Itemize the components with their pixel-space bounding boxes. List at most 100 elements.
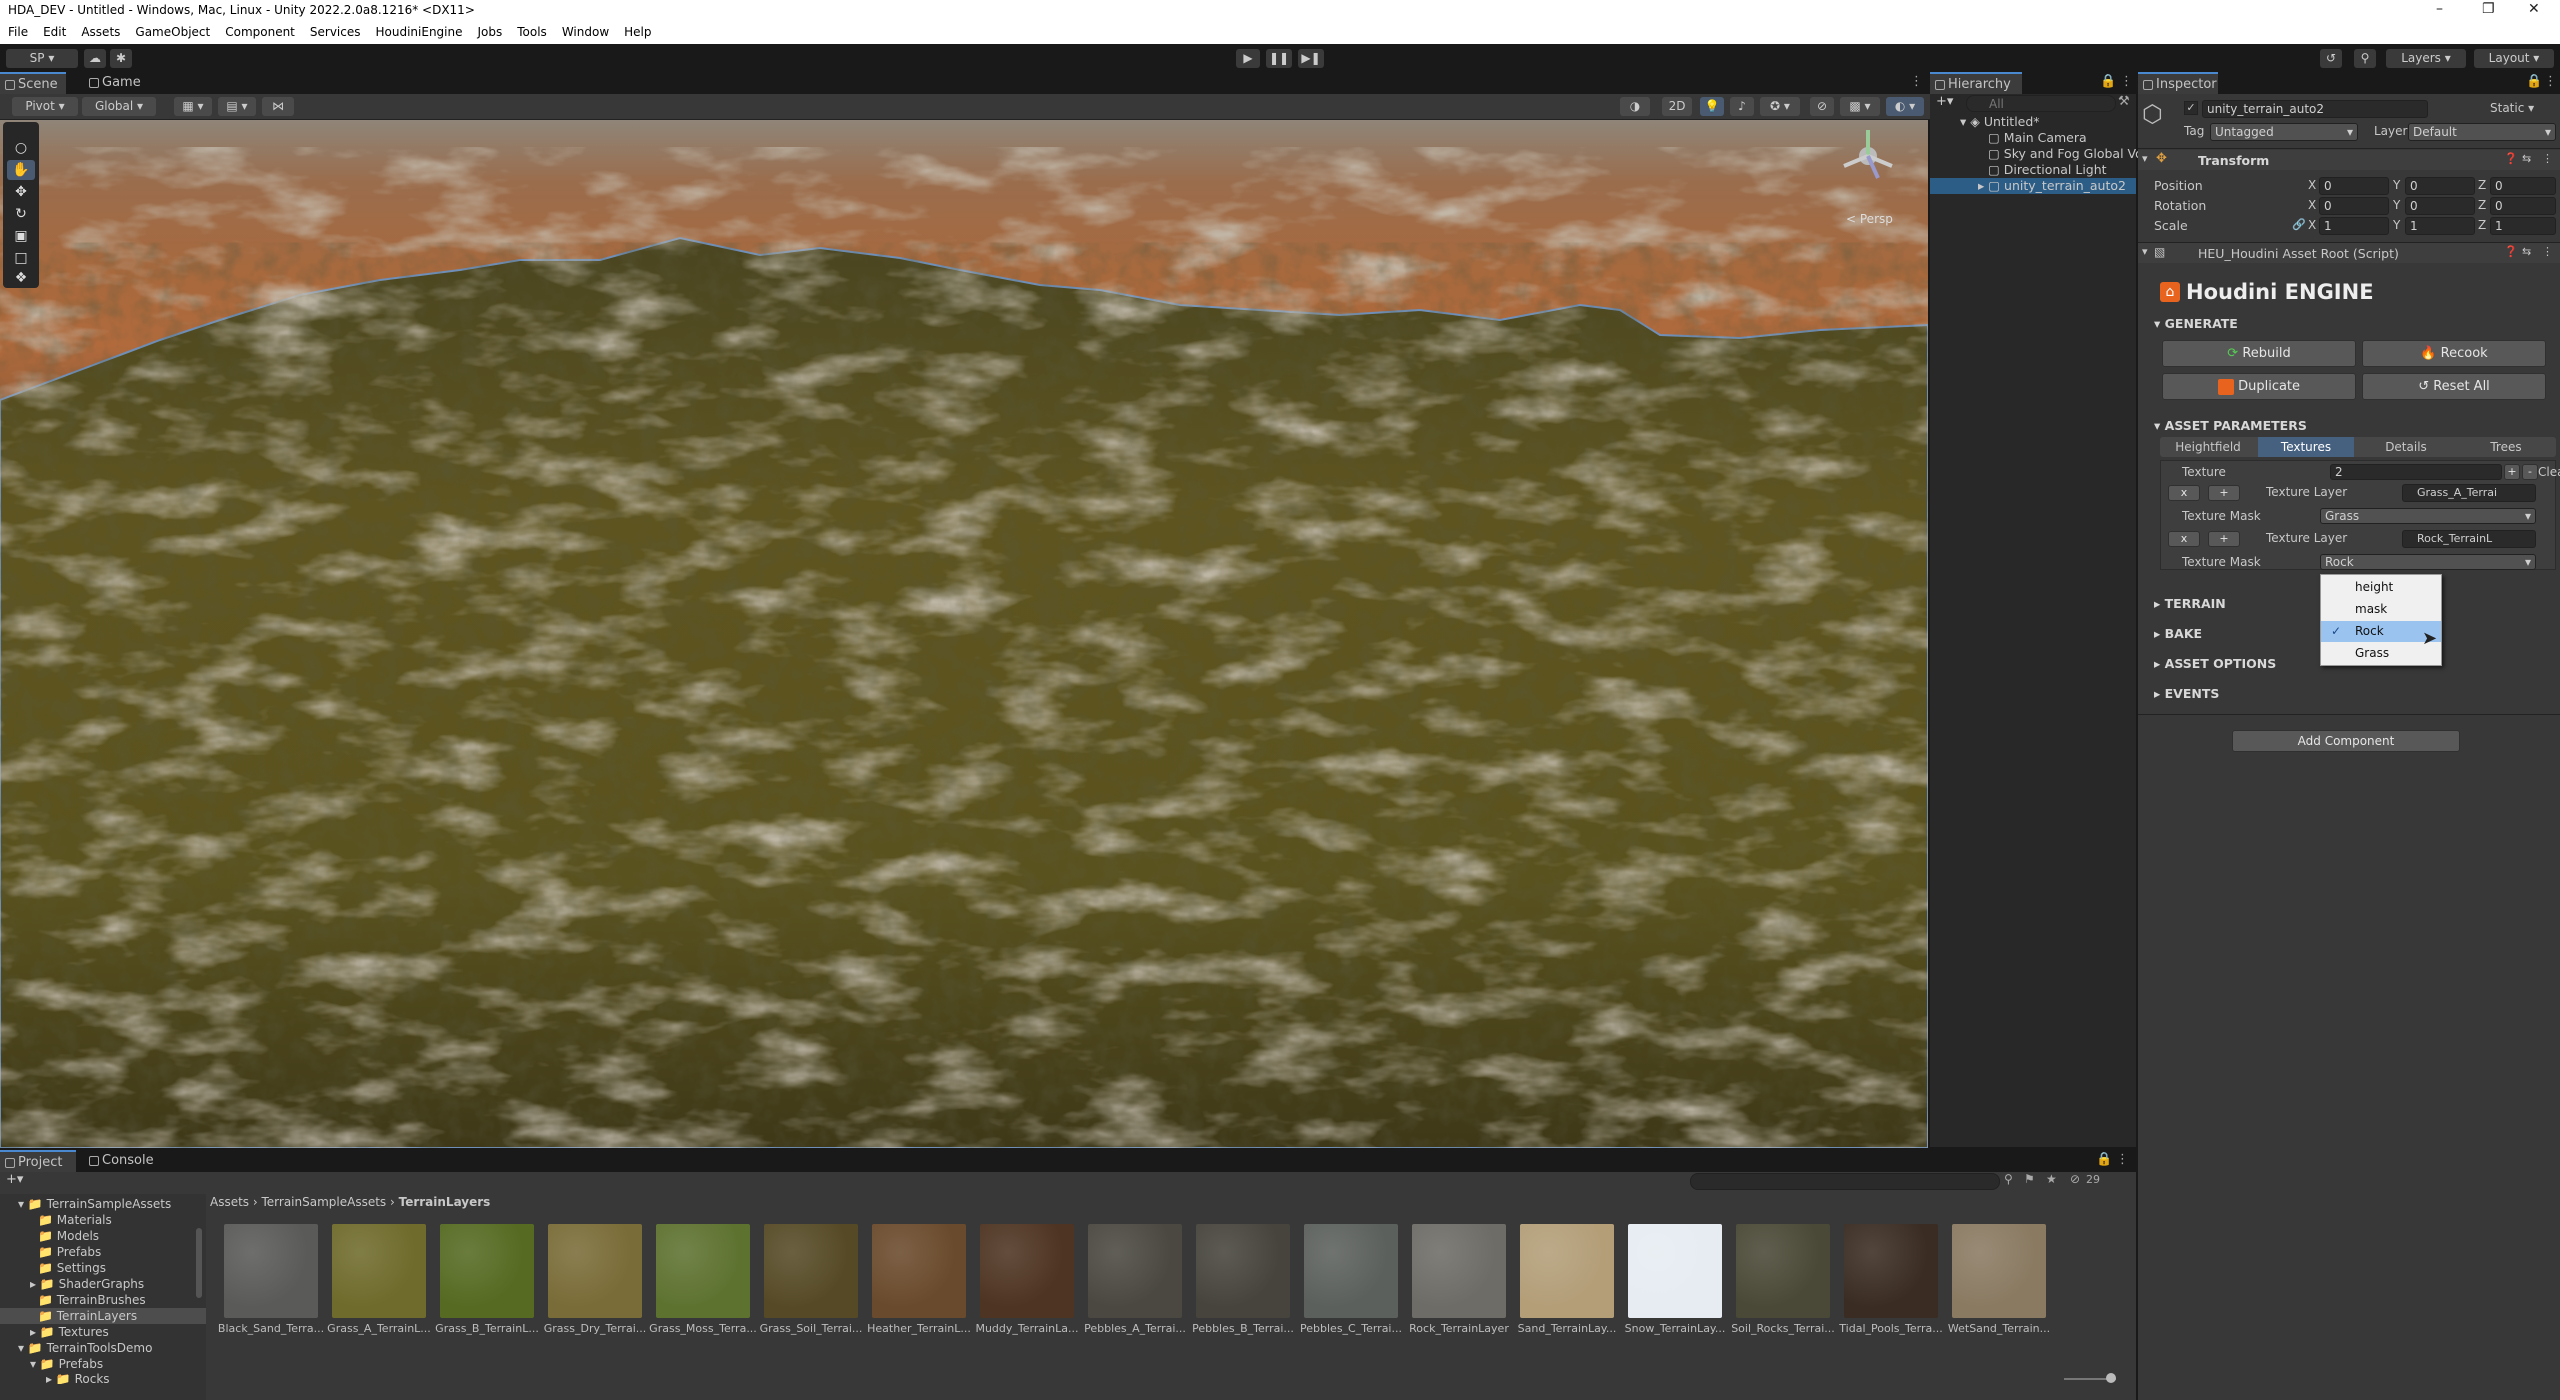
insert-layer-button[interactable]: + <box>2208 531 2240 547</box>
menu-jobs[interactable]: Jobs <box>470 21 510 39</box>
project-menu-icon[interactable]: ⋮ <box>2116 1152 2129 1167</box>
constrain-proportions-icon[interactable]: 🔗 <box>2292 218 2306 231</box>
search-icon[interactable]: ⚲ <box>2354 49 2376 68</box>
object-name-field[interactable]: unity_terrain_auto2 <box>2202 100 2428 118</box>
hierarchy-item[interactable]: ▢ Sky and Fog Global Vo <box>1988 146 2143 162</box>
asset-thumbnail[interactable] <box>872 1224 966 1318</box>
asset-thumbnail[interactable] <box>548 1224 642 1318</box>
menu-edit[interactable]: Edit <box>35 21 73 39</box>
hierarchy-search-input[interactable]: All <box>1966 95 2116 112</box>
folder-terrainbrushes[interactable]: 📁 TerrainBrushes <box>38 1292 146 1308</box>
folder-shadergraphs[interactable]: ▸ 📁 ShaderGraphs <box>30 1276 144 1292</box>
asset-thumbnail[interactable] <box>1196 1224 1290 1318</box>
scene-viewport[interactable]: < Persp <box>0 120 1928 1148</box>
preset-icon[interactable]: ⇆ <box>2522 245 2531 258</box>
asset-thumbnail[interactable] <box>656 1224 750 1318</box>
texture-mask-dropdown[interactable]: Grass ▾ <box>2320 508 2536 524</box>
position-x-field[interactable]: 0 <box>2319 177 2389 195</box>
asset-thumbnail[interactable] <box>980 1224 1074 1318</box>
layout-dropdown[interactable]: Layout ▾ <box>2474 49 2554 68</box>
dropdown-option[interactable]: height <box>2321 577 2441 598</box>
search-by-type-icon[interactable]: ⚲ <box>2004 1172 2013 1186</box>
tab-trees[interactable]: Trees <box>2458 437 2554 457</box>
component-menu-icon[interactable]: ⋮ <box>2542 152 2553 165</box>
collapse-icon[interactable]: ▾ <box>2142 152 2148 165</box>
layer-dropdown[interactable]: Default ▾ <box>2408 123 2556 141</box>
asset-thumbnail[interactable] <box>764 1224 858 1318</box>
global-dropdown[interactable]: Global ▾ <box>82 97 156 116</box>
tree-scrollbar[interactable] <box>196 1228 202 1298</box>
tab-game[interactable]: Game <box>84 72 148 94</box>
recook-button[interactable]: 🔥 Recook <box>2362 340 2546 367</box>
rebuild-button[interactable]: ⟳ Rebuild <box>2162 340 2356 367</box>
folder-terraintoolsdemo[interactable]: ▾ 📁 TerrainToolsDemo <box>18 1340 152 1356</box>
folder-models[interactable]: 📁 Models <box>38 1228 99 1244</box>
bake-section[interactable]: ▸ BAKE <box>2154 626 2202 641</box>
position-y-field[interactable]: 0 <box>2405 177 2475 195</box>
breadcrumb-item-current[interactable]: TerrainLayers <box>399 1195 491 1209</box>
hierarchy-filter-icon[interactable]: ⚒ <box>2118 94 2130 109</box>
texture-layer-field[interactable]: Grass_A_Terrai <box>2402 484 2536 502</box>
hierarchy-item[interactable]: ▢ Directional Light <box>1988 162 2107 178</box>
more-icon[interactable]: ⋮ <box>1910 74 1923 89</box>
asset-thumbnail[interactable] <box>440 1224 534 1318</box>
tab-project[interactable]: Project <box>0 1150 76 1172</box>
menu-gameobject[interactable]: GameObject <box>127 21 217 39</box>
play-button[interactable]: ▶ <box>1236 49 1260 68</box>
favorite-icon[interactable]: ★ <box>2046 1172 2057 1186</box>
transform-tool-icon[interactable]: ❖ <box>7 268 35 288</box>
grid-snap-icon[interactable]: ▦ ▾ <box>174 97 212 116</box>
dropdown-option[interactable]: mask <box>2321 599 2441 620</box>
breadcrumb-item[interactable]: TerrainSampleAssets <box>262 1195 387 1209</box>
texture-mask-dropdown[interactable]: Rock ▾ <box>2320 554 2536 570</box>
project-lock-icon[interactable]: 🔒 <box>2096 1152 2112 1167</box>
active-checkbox[interactable]: ✓ <box>2184 101 2198 115</box>
folder-textures[interactable]: ▸ 📁 Textures <box>30 1324 109 1340</box>
transform-header[interactable]: ▾ ✥ Transform ❓ ⇆ ⋮ <box>2138 150 2560 170</box>
hand-tool-icon[interactable]: ✋ <box>7 160 35 180</box>
add-object-icon[interactable]: +▾ <box>1936 94 1953 109</box>
asset-thumbnail[interactable] <box>1844 1224 1938 1318</box>
asset-thumbnail[interactable] <box>1304 1224 1398 1318</box>
tab-console[interactable]: Console <box>84 1150 162 1172</box>
rect-tool-icon[interactable]: □ <box>7 248 35 268</box>
clear-button[interactable]: Clear <box>2506 465 2560 479</box>
zoom-slider-handle[interactable] <box>2106 1373 2116 1383</box>
help-icon[interactable]: ❓ <box>2504 152 2518 165</box>
menu-services[interactable]: Services <box>302 21 368 39</box>
folder-materials[interactable]: 📁 Materials <box>38 1212 112 1228</box>
tag-dropdown[interactable]: Untagged ▾ <box>2210 123 2358 141</box>
static-toggle[interactable]: Static ▾ <box>2490 101 2534 115</box>
menu-component[interactable]: Component <box>217 21 302 39</box>
history-icon[interactable]: ↺ <box>2320 49 2342 68</box>
asset-thumbnail[interactable] <box>1520 1224 1614 1318</box>
draw-mode-icon[interactable]: ◑ <box>1620 97 1650 116</box>
asset-thumbnail[interactable] <box>1952 1224 2046 1318</box>
cloud-icon[interactable]: ☁ <box>84 49 106 68</box>
close-icon[interactable]: ✕ <box>2528 1 2540 17</box>
view-tool-icon[interactable]: ○ <box>7 138 35 158</box>
folder-rocks[interactable]: ▸ 📁 Rocks <box>46 1372 110 1384</box>
move-tool-icon[interactable]: ✥ <box>7 182 35 202</box>
restore-icon[interactable]: ❐ <box>2482 1 2495 17</box>
add-component-button[interactable]: Add Component <box>2232 730 2460 752</box>
rotation-x-field[interactable]: 0 <box>2319 197 2389 215</box>
breadcrumb-item[interactable]: Assets <box>210 1195 249 1209</box>
rotate-tool-icon[interactable]: ↻ <box>7 204 35 224</box>
component-menu-icon[interactable]: ⋮ <box>2542 245 2553 258</box>
account-dropdown[interactable]: SP ▾ <box>6 49 78 68</box>
rotation-y-field[interactable]: 0 <box>2405 197 2475 215</box>
tab-hierarchy[interactable]: Hierarchy <box>1930 72 2022 94</box>
position-z-field[interactable]: 0 <box>2490 177 2556 195</box>
toggle-2d-button[interactable]: 2D <box>1662 97 1692 116</box>
scale-x-field[interactable]: 1 <box>2319 217 2389 235</box>
menu-window[interactable]: Window <box>554 21 616 39</box>
terrain-section[interactable]: ▸ TERRAIN <box>2154 596 2226 611</box>
events-section[interactable]: ▸ EVENTS <box>2154 686 2219 701</box>
layers-dropdown[interactable]: Layers ▾ <box>2386 49 2466 68</box>
menu-file[interactable]: File <box>0 21 35 39</box>
asset-thumbnail[interactable] <box>332 1224 426 1318</box>
help-icon[interactable]: ❓ <box>2504 245 2518 258</box>
camera-icon[interactable]: ▩ ▾ <box>1840 97 1880 116</box>
scale-y-field[interactable]: 1 <box>2405 217 2475 235</box>
